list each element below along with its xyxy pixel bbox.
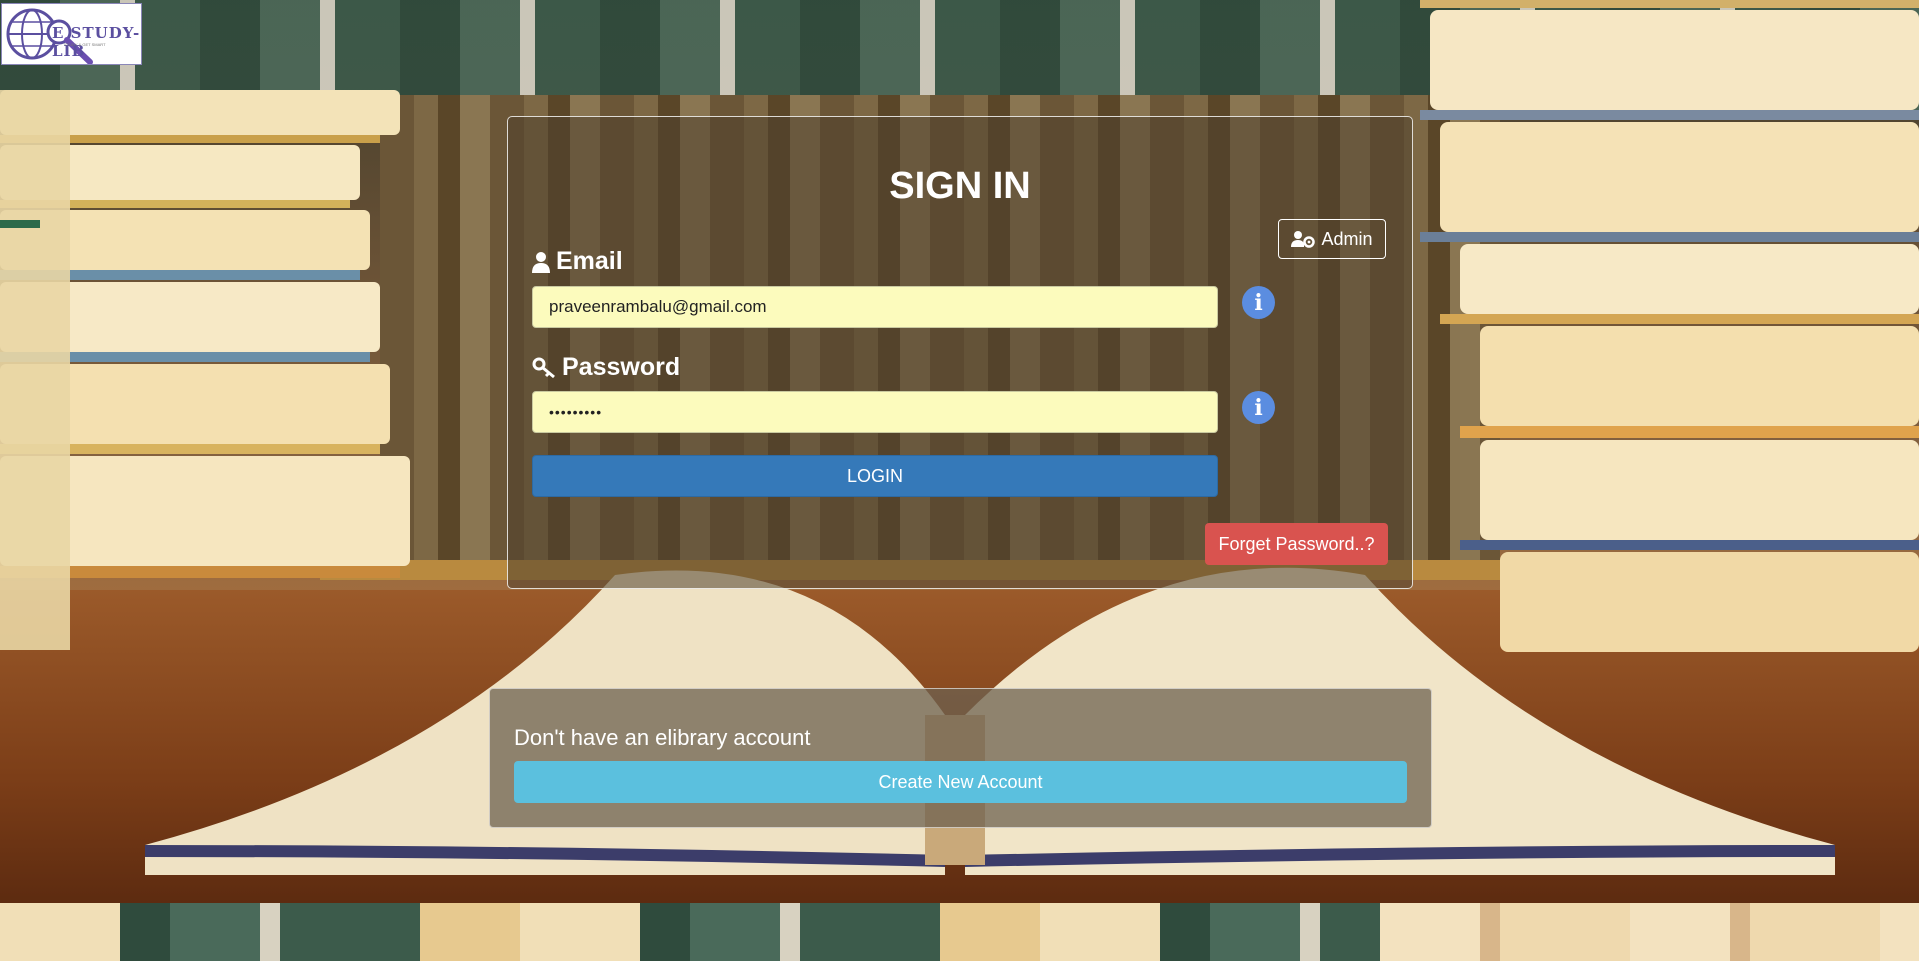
register-panel: Don't have an elibrary account Create Ne… <box>489 688 1432 828</box>
password-label: Password <box>532 353 680 382</box>
logo-tagline: STUDY & GET SMART <box>64 42 106 47</box>
admin-button-label: Admin <box>1321 228 1373 249</box>
signin-title: SIGN IN <box>889 165 1031 207</box>
password-field[interactable]: ••••••••• <box>532 391 1218 433</box>
email-label: Email <box>532 247 623 276</box>
users-cog-icon <box>1291 231 1316 248</box>
key-icon <box>532 357 555 378</box>
user-icon <box>532 251 550 273</box>
password-info-icon[interactable]: i <box>1242 391 1275 424</box>
login-button[interactable]: LOGIN <box>532 455 1218 497</box>
forget-password-button[interactable]: Forget Password..? <box>1205 523 1388 565</box>
password-label-text: Password <box>562 353 681 381</box>
background-bottom-strip-right <box>1380 903 1919 961</box>
signin-panel: SIGN IN Admin Email praveenrambalu@gmail… <box>507 116 1413 589</box>
email-info-icon[interactable]: i <box>1242 286 1275 319</box>
admin-button[interactable]: Admin <box>1278 219 1386 259</box>
email-field[interactable]: praveenrambalu@gmail.com <box>532 286 1218 328</box>
create-account-button[interactable]: Create New Account <box>514 761 1407 803</box>
register-prompt: Don't have an elibrary account <box>514 725 811 750</box>
email-label-text: Email <box>556 247 623 275</box>
site-logo[interactable]: E STUDY-LIB STUDY & GET SMART <box>1 3 142 65</box>
